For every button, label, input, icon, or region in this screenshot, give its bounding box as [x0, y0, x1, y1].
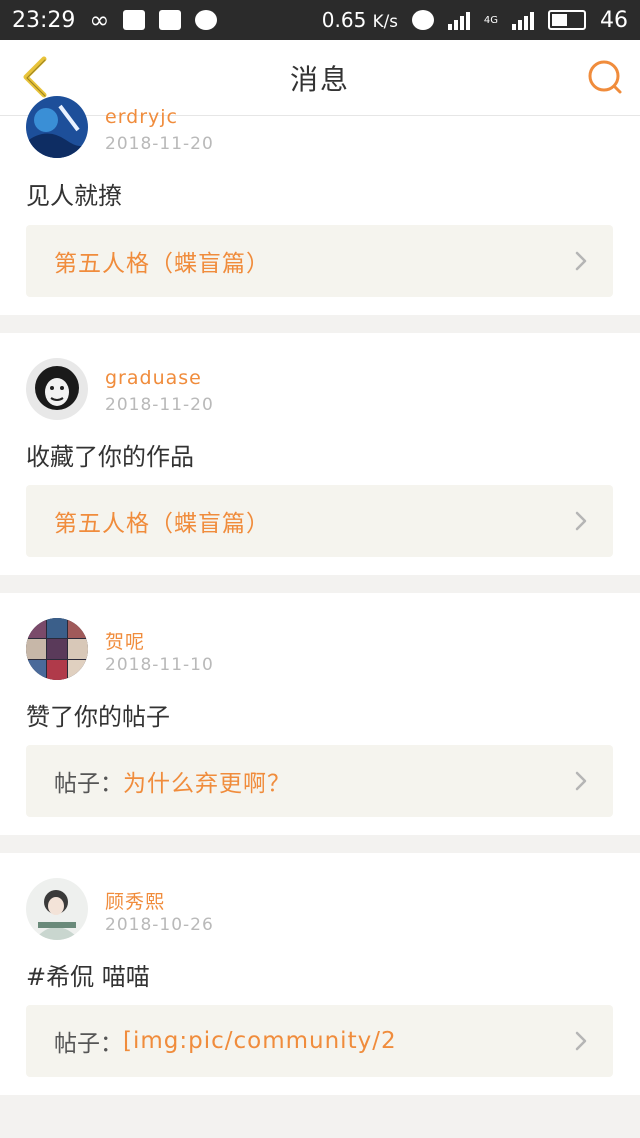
username[interactable]: erdryjc [105, 106, 178, 128]
page-title: 消息 [289, 62, 350, 96]
username[interactable]: 顾秀熙 [105, 887, 165, 914]
referenced-post[interactable]: 帖子： 为什么弃更啊？ [26, 745, 613, 817]
avatar[interactable] [26, 96, 88, 158]
referenced-work[interactable]: 第五人格（蝶盲篇） [26, 485, 613, 557]
message-content: #希侃 喵喵 [26, 963, 150, 991]
message-card: 贺呢 2018-11-10 赞了你的帖子 帖子： 为什么弃更啊？ [0, 593, 640, 835]
avatar[interactable] [26, 878, 88, 940]
message-date: 2018-11-20 [105, 134, 214, 154]
network-speed-unit: K/s [372, 12, 398, 31]
network-speed: 0.65 K/s [322, 8, 398, 32]
message-date: 2018-11-10 [105, 655, 214, 675]
message-card: graduase 2018-11-20 收藏了你的作品 第五人格（蝶盲篇） [0, 333, 640, 575]
chevron-right-icon [575, 251, 587, 271]
status-bar: 23:29 ∞ 0.65 K/s 4G 46 [0, 0, 640, 40]
referenced-work[interactable]: 第五人格（蝶盲篇） [26, 225, 613, 297]
message-content: 收藏了你的作品 [26, 443, 194, 471]
battery-level: 46 [600, 7, 628, 33]
search-icon [588, 60, 622, 94]
back-button[interactable] [12, 54, 58, 100]
message-card: 顾秀熙 2018-10-26 #希侃 喵喵 帖子： [img:pic/commu… [0, 853, 640, 1095]
chevron-right-icon [575, 511, 587, 531]
message-content: 赞了你的帖子 [26, 703, 170, 731]
username[interactable]: 贺呢 [105, 627, 145, 654]
avatar[interactable] [26, 358, 88, 420]
referenced-work-title: 第五人格（蝶盲篇） [54, 511, 270, 537]
image-icon [159, 10, 182, 30]
alarm-icon [411, 10, 434, 30]
app-header: 消息 [0, 40, 640, 116]
notification-icon [123, 10, 146, 30]
chevron-left-icon [23, 56, 47, 98]
infinity-icon: ∞ [89, 6, 110, 34]
chevron-right-icon [575, 1031, 587, 1051]
referenced-post-title: [img:pic/community/2 [123, 1028, 397, 1054]
post-prefix-label: 帖子： [54, 1031, 123, 1057]
referenced-post[interactable]: 帖子： [img:pic/community/2 [26, 1005, 613, 1077]
referenced-post-title: 为什么弃更啊？ [123, 771, 291, 797]
message-list: erdryjc 2018-11-20 见人就撩 第五人格（蝶盲篇） gradua… [0, 96, 640, 1095]
wechat-icon [195, 10, 218, 30]
message-date: 2018-10-26 [105, 915, 214, 935]
message-date: 2018-11-20 [105, 395, 214, 415]
message-content: 见人就撩 [26, 182, 122, 210]
wifi-signal-icon [447, 10, 470, 30]
network-type-label: 4G [483, 14, 498, 26]
battery-icon [548, 10, 586, 30]
post-prefix-label: 帖子： [54, 771, 123, 797]
search-button[interactable] [584, 56, 626, 98]
status-time: 23:29 [12, 7, 76, 33]
chevron-right-icon [575, 771, 587, 791]
avatar[interactable] [26, 618, 88, 680]
cell-signal-icon [512, 10, 534, 30]
username[interactable]: graduase [105, 367, 202, 389]
network-speed-value: 0.65 [321, 8, 367, 32]
referenced-work-title: 第五人格（蝶盲篇） [54, 251, 270, 277]
message-card: erdryjc 2018-11-20 见人就撩 第五人格（蝶盲篇） [0, 96, 640, 315]
